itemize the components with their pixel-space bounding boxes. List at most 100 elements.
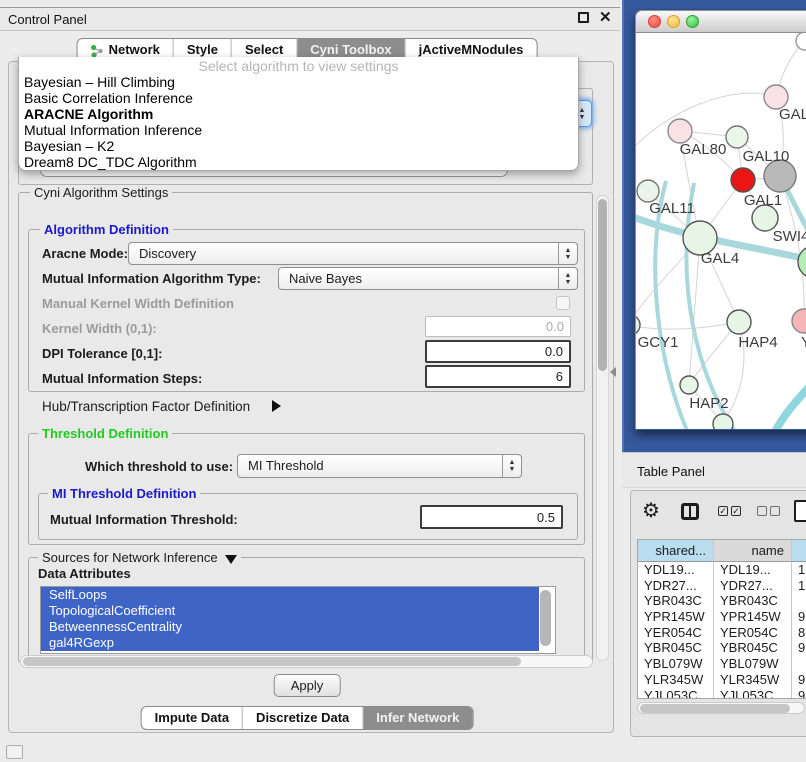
column-header[interactable]: name: [714, 540, 792, 562]
gear-icon[interactable]: ⚙: [642, 501, 660, 521]
network-window[interactable]: GALGAL80GAL10GAL11GAL1SWI4GAL4GCY1HAP4YH…: [635, 10, 806, 430]
attribute-item[interactable]: BetweennessCentrality: [41, 619, 539, 635]
attribute-item[interactable]: gal4RGexp: [41, 635, 539, 651]
table-row[interactable]: YLR345WYLR345W9.: [638, 672, 806, 688]
mi-steps-field[interactable]: 6: [425, 365, 571, 388]
document-icon[interactable]: [794, 500, 806, 522]
network-node[interactable]: [731, 168, 755, 192]
close-traffic-light-icon[interactable]: [648, 15, 661, 28]
cyni-bottom-tabbar: Impute DataDiscretize Data Infer Network: [141, 706, 474, 730]
table-cell: YJL053C: [714, 688, 792, 700]
network-node[interactable]: [727, 310, 751, 334]
table-cell: 12: [792, 578, 806, 594]
minimize-traffic-light-icon[interactable]: [667, 15, 680, 28]
table-row[interactable]: YPR145WYPR145W9.: [638, 609, 806, 625]
dpi-tolerance-field[interactable]: 0.0: [425, 340, 571, 363]
algorithm-option[interactable]: ARACNE Algorithm: [19, 106, 578, 122]
attribute-item[interactable]: SelfLoops: [41, 587, 539, 603]
algorithm-option[interactable]: Mutual Information Inference: [19, 122, 578, 138]
settings-vertical-scrollbar[interactable]: [596, 195, 609, 661]
expand-arrow-icon[interactable]: [272, 400, 281, 412]
aracne-mode-combobox[interactable]: Discovery ▲▼: [128, 242, 578, 265]
network-node[interactable]: [636, 315, 640, 335]
table-cell: YBR043C: [638, 593, 714, 609]
algorithm-popup-placeholder: Select algorithm to view settings: [19, 58, 578, 74]
table-row[interactable]: YDR27...YDR27...12: [638, 578, 806, 594]
attribute-item[interactable]: TopologicalCoefficient: [41, 603, 539, 619]
which-threshold-value: MI Threshold: [248, 458, 324, 473]
table-row[interactable]: YER054CYER054C8.: [638, 625, 806, 641]
table-cell: 9.: [792, 672, 806, 688]
column-header[interactable]: [792, 540, 806, 562]
split-columns-icon[interactable]: [681, 503, 699, 520]
algorithm-option[interactable]: Bayesian – Hill Climbing: [19, 74, 578, 90]
network-window-titlebar[interactable]: [635, 10, 806, 33]
table-row[interactable]: YBL079WYBL079W: [638, 656, 806, 672]
table-cell: YBL079W: [714, 656, 792, 672]
network-node-label: Y: [801, 334, 806, 351]
split-pane-collapse-icon[interactable]: [610, 367, 616, 377]
algorithm-option[interactable]: Bayesian – K2: [19, 138, 578, 154]
algorithm-definition-title: Algorithm Definition: [40, 222, 173, 237]
table-cell: YJL053C: [638, 688, 714, 700]
network-node-label: SWI4: [773, 228, 806, 245]
manual-kernel-width-checkbox[interactable]: [556, 296, 570, 310]
table-cell: YLR345W: [714, 672, 792, 688]
kernel-width-field[interactable]: 0.0: [425, 316, 571, 337]
table-cell: [792, 593, 806, 609]
tab-discretize-data[interactable]: Discretize Data: [242, 707, 362, 729]
settings-horizontal-scrollbar[interactable]: [20, 655, 593, 668]
dpi-tolerance-value: 0.0: [545, 344, 563, 359]
stepper-icon[interactable]: ▲▼: [558, 268, 577, 289]
network-node[interactable]: [680, 376, 698, 394]
checked-columns-icon[interactable]: ✓✓: [718, 506, 741, 516]
network-canvas[interactable]: GALGAL80GAL10GAL11GAL1SWI4GAL4GCY1HAP4YH…: [635, 33, 806, 429]
mi-threshold-field[interactable]: 0.5: [420, 505, 563, 529]
stepper-icon[interactable]: ▲▼: [558, 243, 577, 264]
attributes-scrollbar[interactable]: [539, 588, 552, 652]
table-cell: YBL079W: [638, 656, 714, 672]
network-node[interactable]: [726, 126, 748, 148]
table-cell: 9.: [792, 640, 806, 656]
collapse-arrow-icon[interactable]: [225, 555, 237, 564]
which-threshold-combobox[interactable]: MI Threshold ▲▼: [237, 454, 522, 478]
table-horizontal-scrollbar[interactable]: [637, 702, 805, 714]
table-cell: [792, 656, 806, 672]
network-node[interactable]: [668, 119, 692, 143]
mi-algorithm-type-value: Naive Bayes: [289, 271, 362, 286]
table-row[interactable]: YJL053CYJL053C9.: [638, 688, 806, 700]
close-icon[interactable]: ✕: [599, 8, 612, 26]
sources-title-text: Sources for Network Inference: [42, 550, 218, 565]
hub-section-label[interactable]: Hub/Transcription Factor Definition: [42, 399, 250, 414]
network-node[interactable]: [792, 309, 806, 333]
network-node-label: GAL11: [649, 200, 695, 217]
unchecked-columns-icon[interactable]: ✓✓: [757, 506, 780, 516]
mi-algorithm-type-combobox[interactable]: Naive Bayes ▲▼: [278, 267, 578, 290]
table-cell: YDL19...: [714, 562, 792, 578]
float-window-icon[interactable]: [578, 12, 589, 23]
tab-infer-network[interactable]: Infer Network: [362, 707, 472, 729]
tab-impute-data[interactable]: Impute Data: [142, 707, 242, 729]
mi-threshold-label: Mutual Information Threshold:: [50, 512, 238, 527]
network-node[interactable]: [796, 33, 806, 50]
column-header[interactable]: shared...: [638, 540, 714, 562]
algorithm-option[interactable]: Dream8 DC_TDC Algorithm: [19, 154, 578, 170]
apply-button[interactable]: Apply: [274, 674, 341, 697]
network-node[interactable]: [637, 180, 659, 202]
table-row[interactable]: YDL19...YDL19...13: [638, 562, 806, 578]
zoom-traffic-light-icon[interactable]: [686, 15, 699, 28]
table-row[interactable]: YBR043CYBR043C: [638, 593, 806, 609]
data-attributes-list[interactable]: SelfLoopsTopologicalCoefficientBetweenne…: [40, 586, 556, 654]
network-node[interactable]: [713, 414, 733, 429]
table-cell: YDR27...: [638, 578, 714, 594]
minimized-panel-icon[interactable]: [6, 745, 23, 759]
algorithm-option[interactable]: Basic Correlation Inference: [19, 90, 578, 106]
table-row[interactable]: YBR045CYBR045C9.: [638, 640, 806, 656]
table-cell: YBR045C: [638, 640, 714, 656]
manual-kernel-width-label: Manual Kernel Width Definition: [42, 296, 234, 311]
tab-label: Infer Network: [376, 707, 459, 729]
network-icon: [91, 43, 104, 57]
stepper-icon[interactable]: ▲▼: [502, 455, 521, 477]
table-cell: YLR345W: [638, 672, 714, 688]
table-cell: YDR27...: [714, 578, 792, 594]
